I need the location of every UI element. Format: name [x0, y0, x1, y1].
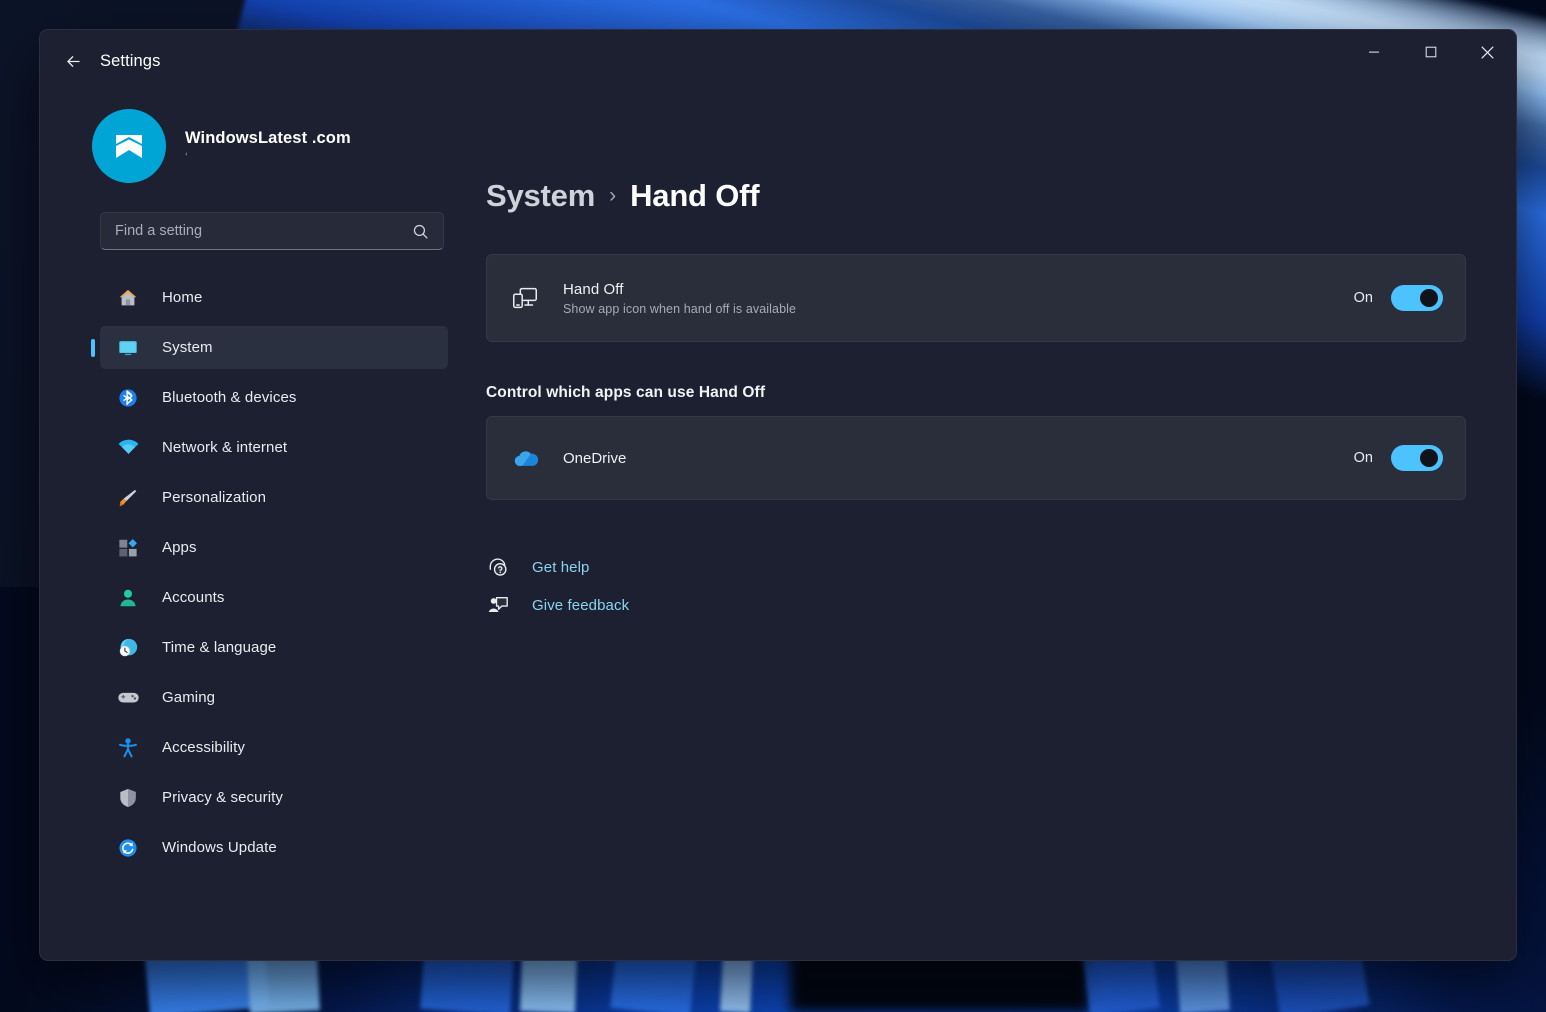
- account-email: ‘: [185, 149, 188, 164]
- give-feedback-label: Give feedback: [532, 596, 630, 614]
- chevron-right-icon: ›: [609, 184, 617, 207]
- handoff-card-subtitle: Show app icon when hand off is available: [563, 301, 797, 316]
- handoff-card-title: Hand Off: [563, 280, 624, 298]
- wifi-icon: [116, 436, 140, 460]
- sidebar-item-windows-update[interactable]: Windows Update: [100, 826, 448, 869]
- handoff-toggle[interactable]: [1391, 285, 1443, 311]
- monitor-phone-icon: [509, 282, 541, 314]
- handoff-toggle-group: On: [1354, 285, 1443, 311]
- title-bar: Settings: [40, 30, 1516, 92]
- sidebar-item-label: Bluetooth & devices: [162, 389, 297, 406]
- sidebar-item-privacy-security[interactable]: Privacy & security: [100, 776, 448, 819]
- sidebar-item-label: Windows Update: [162, 839, 277, 856]
- onedrive-toggle[interactable]: [1391, 445, 1443, 471]
- sidebar-item-personalization[interactable]: Personalization: [100, 476, 448, 519]
- minimize-button[interactable]: [1345, 30, 1402, 74]
- account-name: WindowsLatest .com: [185, 128, 351, 147]
- shield-icon: [116, 786, 140, 810]
- search-input[interactable]: [101, 223, 412, 239]
- sidebar-item-label: Home: [162, 289, 203, 306]
- sidebar-item-label: Personalization: [162, 489, 267, 506]
- avatar-ribbon-icon: [116, 135, 142, 158]
- handoff-setting-card: Hand Off Show app icon when hand off is …: [486, 254, 1466, 342]
- main-content: System › Hand Off Hand Off Show app icon…: [448, 92, 1516, 960]
- sidebar-item-time-language[interactable]: Time & language: [100, 626, 448, 669]
- close-button[interactable]: [1459, 30, 1516, 74]
- sidebar: WindowsLatest .com ‘ Find a setting Home…: [40, 92, 448, 960]
- sidebar-item-label: Gaming: [162, 689, 216, 706]
- get-help-link[interactable]: Get help: [486, 548, 590, 586]
- account-text: WindowsLatest .com ‘: [185, 129, 351, 164]
- toggle-knob: [1420, 449, 1438, 467]
- gamepad-icon: [116, 686, 140, 710]
- onedrive-toggle-group: On: [1354, 445, 1443, 471]
- system-monitor-icon: [116, 336, 140, 360]
- avatar: [92, 109, 166, 183]
- page-title: Hand Off: [630, 178, 760, 213]
- sidebar-item-system[interactable]: System: [100, 326, 448, 369]
- paintbrush-icon: [116, 486, 140, 510]
- window-body: WindowsLatest .com ‘ Find a setting Home…: [40, 92, 1516, 960]
- back-arrow-icon: [66, 55, 80, 67]
- sidebar-item-label: Privacy & security: [162, 789, 283, 806]
- app-name: OneDrive: [563, 449, 627, 467]
- close-icon: [1481, 45, 1494, 59]
- apps-section-heading: Control which apps can use Hand Off: [486, 384, 766, 401]
- app-row-text: OneDrive: [563, 450, 1354, 467]
- clock-globe-icon: [116, 636, 140, 660]
- maximize-button[interactable]: [1402, 30, 1459, 74]
- give-feedback-link[interactable]: Give feedback: [486, 586, 629, 624]
- sidebar-nav: Home System Bluetooth & devices Network …: [62, 276, 448, 869]
- maximize-icon: [1425, 46, 1436, 58]
- search-icon: [412, 223, 429, 240]
- account-block[interactable]: WindowsLatest .com ‘: [92, 103, 431, 189]
- sidebar-item-accessibility[interactable]: Accessibility: [100, 726, 448, 769]
- bluetooth-icon: [116, 386, 140, 410]
- onedrive-toggle-label: On: [1353, 450, 1373, 466]
- sidebar-item-network-internet[interactable]: Network & internet: [100, 426, 448, 469]
- help-links: Get help Give feedback: [486, 548, 1466, 624]
- sidebar-item-bluetooth-devices[interactable]: Bluetooth & devices: [100, 376, 448, 419]
- sidebar-item-home[interactable]: Home: [100, 276, 448, 319]
- accessibility-person-icon: [116, 736, 140, 760]
- search-box[interactable]: [100, 212, 444, 250]
- update-refresh-icon: [116, 836, 140, 860]
- apps-icon: [116, 536, 140, 560]
- onedrive-cloud-icon: [509, 442, 541, 474]
- handoff-toggle-label: On: [1353, 290, 1373, 306]
- window-title: Settings: [100, 51, 161, 70]
- sidebar-item-label: Network & internet: [162, 439, 288, 456]
- sidebar-item-label: System: [162, 339, 213, 356]
- sidebar-item-label: Apps: [162, 539, 197, 556]
- handoff-card-text: Hand Off Show app icon when hand off is …: [563, 281, 1354, 316]
- get-help-label: Get help: [532, 558, 590, 576]
- get-help-icon: [486, 555, 510, 579]
- breadcrumb: System › Hand Off: [486, 176, 1466, 216]
- toggle-knob: [1420, 289, 1438, 307]
- sidebar-item-label: Accessibility: [162, 739, 245, 756]
- person-icon: [116, 586, 140, 610]
- sidebar-item-apps[interactable]: Apps: [100, 526, 448, 569]
- window-controls: [1345, 30, 1516, 74]
- give-feedback-icon: [486, 593, 510, 617]
- minimize-icon: [1368, 51, 1379, 53]
- sidebar-item-label: Time & language: [162, 639, 277, 656]
- sidebar-item-gaming[interactable]: Gaming: [100, 676, 448, 719]
- breadcrumb-parent[interactable]: System: [486, 178, 595, 214]
- app-row-onedrive: OneDrive On: [486, 416, 1466, 500]
- settings-window: Settings WindowsLatest .com ‘ Find a set…: [39, 29, 1517, 961]
- desktop: Settings WindowsLatest .com ‘ Find a set…: [0, 0, 1546, 1012]
- sidebar-item-label: Accounts: [162, 589, 225, 606]
- back-button[interactable]: [53, 44, 93, 78]
- home-icon: [116, 286, 140, 310]
- sidebar-item-accounts[interactable]: Accounts: [100, 576, 448, 619]
